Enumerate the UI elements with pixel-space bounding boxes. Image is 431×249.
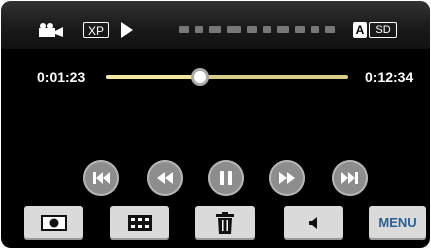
index-grid-icon <box>127 215 152 231</box>
bottom-toolbar: MENU <box>1 206 430 248</box>
seek-thumb[interactable] <box>191 68 210 86</box>
skip-next-button[interactable] <box>332 160 368 196</box>
index-button[interactable] <box>110 206 169 240</box>
snapshot-button[interactable] <box>24 206 83 240</box>
fast-forward-icon <box>279 172 295 184</box>
fast-forward-button[interactable] <box>269 160 305 196</box>
snapshot-icon <box>40 215 67 231</box>
pause-button[interactable] <box>208 160 244 196</box>
rewind-icon <box>157 172 173 184</box>
pause-icon <box>220 171 232 185</box>
play-icon <box>121 22 133 38</box>
menu-button[interactable]: MENU <box>369 206 426 240</box>
media-badge: SD <box>369 22 397 38</box>
volume-button[interactable] <box>284 206 343 240</box>
status-bar: XP A SD <box>1 1 430 49</box>
delete-button[interactable] <box>195 206 255 240</box>
skip-previous-button[interactable] <box>83 160 119 196</box>
seek-bar-fill <box>106 75 201 79</box>
skip-previous-icon <box>93 172 110 184</box>
elapsed-time: 0:01:23 <box>37 69 86 85</box>
rewind-button[interactable] <box>147 160 183 196</box>
filename-redacted <box>179 26 335 36</box>
total-time: 0:12:34 <box>365 69 414 85</box>
volume-icon <box>308 217 317 229</box>
playback-screen: XP A SD 0:01:23 0:12:34 MENU <box>1 1 430 248</box>
quality-badge: XP <box>83 22 109 38</box>
seek-bar[interactable] <box>106 68 348 86</box>
trash-icon <box>216 212 234 234</box>
video-camera-icon <box>39 23 63 37</box>
transport-controls <box>1 160 430 196</box>
skip-next-icon <box>341 172 358 184</box>
auto-mode-badge: A <box>353 22 367 38</box>
